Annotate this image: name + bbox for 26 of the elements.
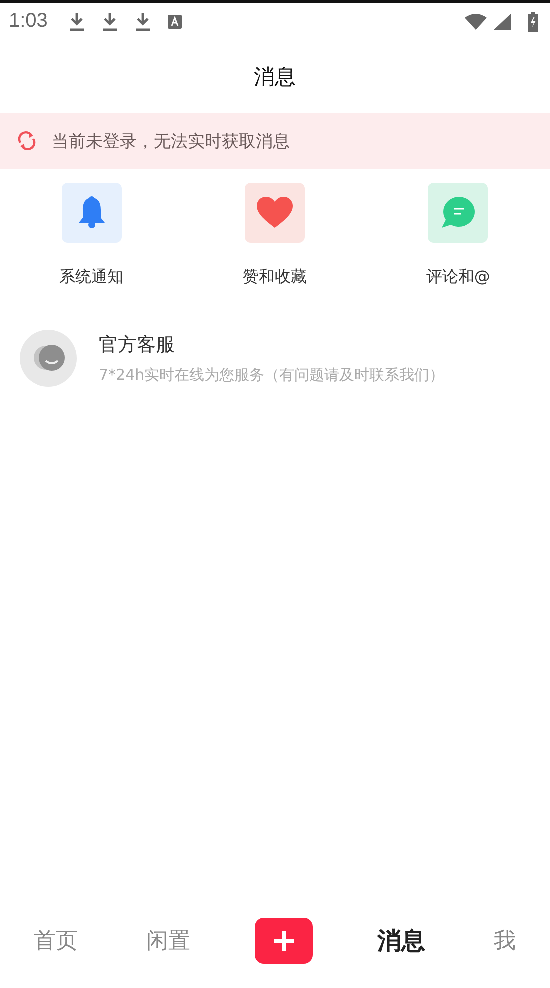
add-button[interactable]	[254, 918, 313, 964]
nav-tab[interactable]: 我	[490, 926, 520, 956]
page-title: 消息	[254, 64, 296, 90]
chat-bubble-icon	[440, 196, 476, 230]
plus-icon	[272, 930, 295, 952]
bell-icon	[76, 196, 107, 230]
wifi-icon	[465, 14, 487, 30]
notice-text: 当前未登录，无法实时获取消息	[52, 130, 290, 152]
download-icon	[134, 12, 151, 32]
conversation-item[interactable]: 官方客服 7*24h实时在线为您服务（有问题请及时联系我们）	[0, 330, 550, 387]
category-button[interactable]: 赞和收藏	[183, 183, 367, 288]
category-button[interactable]: 系统通知	[0, 183, 184, 288]
keyboard-notification-icon	[168, 14, 182, 28]
download-icon	[102, 12, 118, 32]
download-icon	[68, 12, 85, 32]
conversation-name: 官方客服	[99, 333, 176, 358]
battery-icon	[528, 12, 538, 32]
nav-tab[interactable]: 闲置	[142, 926, 195, 956]
conversation-preview: 7*24h实时在线为您服务（有问题请及时联系我们）	[99, 366, 445, 385]
status-time: 1:03	[9, 10, 48, 33]
nav-tab[interactable]: 首页	[30, 926, 82, 956]
signal-icon	[494, 14, 511, 30]
refresh-icon	[16, 130, 38, 152]
category-button[interactable]: 评论和@	[366, 183, 550, 288]
nav-tab[interactable]: 消息	[373, 925, 430, 957]
heart-icon	[256, 197, 293, 229]
